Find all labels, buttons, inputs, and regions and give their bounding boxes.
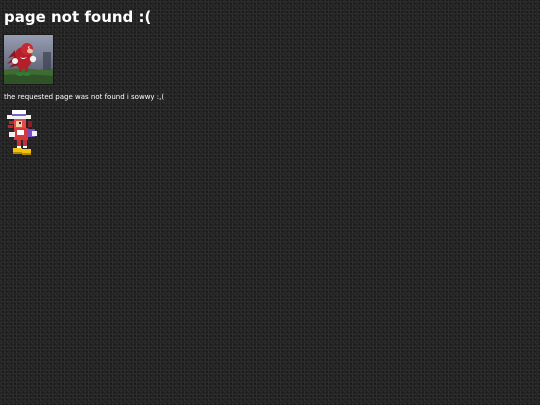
character-sprite bbox=[7, 110, 37, 155]
not-found-message: the requested page was not found i sowwy… bbox=[4, 93, 165, 101]
character-photo bbox=[3, 34, 54, 85]
error-page: page not found :(the requested page was… bbox=[0, 0, 540, 405]
page-title: page not found :( bbox=[4, 8, 152, 26]
